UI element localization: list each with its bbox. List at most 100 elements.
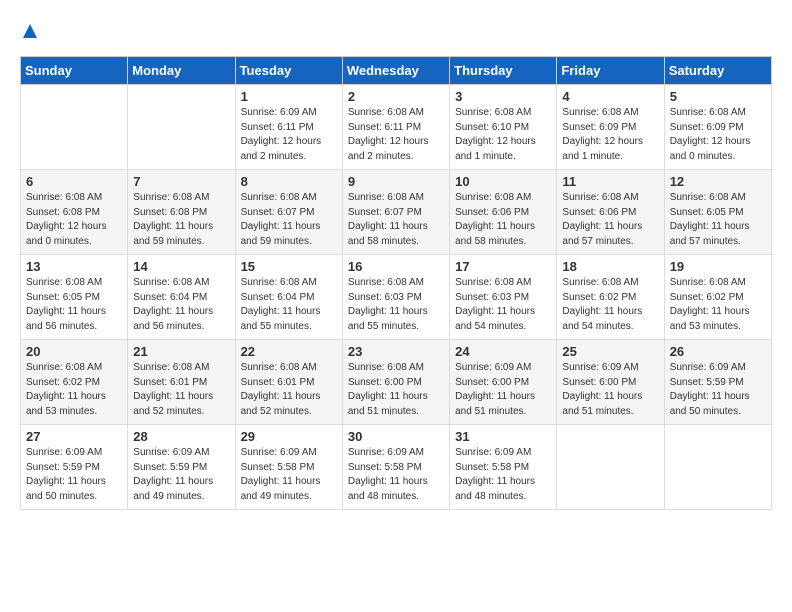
cell-detail: Sunrise: 6:08 AMSunset: 6:09 PMDaylight:… [562, 106, 658, 164]
cell-detail: Sunrise: 6:09 AMSunset: 5:59 PMDaylight:… [26, 446, 122, 504]
calendar-cell: 11 Sunrise: 6:08 AMSunset: 6:06 PMDayligh… [557, 170, 664, 255]
day-number: 14 [133, 259, 229, 274]
calendar-cell: 9Sunrise: 6:08 AMSunset: 6:07 PMDaylight… [342, 170, 449, 255]
cell-detail: Sunrise: 6:09 AMSunset: 5:58 PMDaylight:… [241, 446, 337, 504]
cell-detail: Sunrise: 6:08 AMSunset: 6:04 PMDaylight:… [241, 276, 337, 334]
day-number: 18 [562, 259, 658, 274]
calendar-cell: 4 Sunrise: 6:08 AMSunset: 6:09 PMDaylight… [557, 85, 664, 170]
logo-arrow-icon [21, 20, 39, 46]
calendar-cell [21, 85, 128, 170]
calendar-cell: 8Sunrise: 6:08 AMSunset: 6:07 PMDaylight… [235, 170, 342, 255]
calendar-week-row: 20Sunrise: 6:08 AMSunset: 6:02 PMDayligh… [21, 340, 772, 425]
day-number: 4 [562, 89, 658, 104]
cell-detail: Sunrise: 6:08 AMSunset: 6:01 PMDaylight:… [241, 361, 337, 419]
cell-detail: Sunrise: 6:08 AMSunset: 6:06 PMDaylight:… [562, 191, 658, 249]
page-header [20, 20, 772, 46]
calendar-cell [557, 425, 664, 510]
calendar-cell: 30 Sunrise: 6:09 AMSunset: 5:58 PMDayligh… [342, 425, 449, 510]
calendar-cell: 25 Sunrise: 6:09 AMSunset: 6:00 PMDayligh… [557, 340, 664, 425]
calendar-cell: 23 Sunrise: 6:08 AMSunset: 6:00 PMDayligh… [342, 340, 449, 425]
calendar-header-tuesday: Tuesday [235, 57, 342, 85]
day-number: 3 [455, 89, 551, 104]
cell-detail: Sunrise: 6:09 AMSunset: 6:11 PMDaylight:… [241, 106, 337, 164]
cell-detail: Sunrise: 6:08 AMSunset: 6:06 PMDaylight:… [455, 191, 551, 249]
calendar-cell: 28Sunrise: 6:09 AMSunset: 5:59 PMDayligh… [128, 425, 235, 510]
cell-detail: Sunrise: 6:09 AMSunset: 6:00 PMDaylight:… [562, 361, 658, 419]
calendar-week-row: 27 Sunrise: 6:09 AMSunset: 5:59 PMDayligh… [21, 425, 772, 510]
calendar-header-saturday: Saturday [664, 57, 771, 85]
day-number: 21 [133, 344, 229, 359]
day-number: 26 [670, 344, 766, 359]
day-number: 31 [455, 429, 551, 444]
day-number: 12 [670, 174, 766, 189]
calendar-cell: 7 Sunrise: 6:08 AMSunset: 6:08 PMDaylight… [128, 170, 235, 255]
calendar-header-row: SundayMondayTuesdayWednesdayThursdayFrid… [21, 57, 772, 85]
calendar-cell: 22 Sunrise: 6:08 AMSunset: 6:01 PMDayligh… [235, 340, 342, 425]
day-number: 11 [562, 174, 658, 189]
day-number: 23 [348, 344, 444, 359]
calendar-cell [664, 425, 771, 510]
day-number: 13 [26, 259, 122, 274]
day-number: 6 [26, 174, 122, 189]
day-number: 15 [241, 259, 337, 274]
cell-detail: Sunrise: 6:08 AMSunset: 6:02 PMDaylight:… [670, 276, 766, 334]
calendar-cell: 16 Sunrise: 6:08 AMSunset: 6:03 PMDayligh… [342, 255, 449, 340]
calendar-week-row: 1 Sunrise: 6:09 AMSunset: 6:11 PMDaylight… [21, 85, 772, 170]
calendar-header-thursday: Thursday [450, 57, 557, 85]
day-number: 20 [26, 344, 122, 359]
cell-detail: Sunrise: 6:08 AMSunset: 6:02 PMDaylight:… [562, 276, 658, 334]
calendar-header-sunday: Sunday [21, 57, 128, 85]
day-number: 19 [670, 259, 766, 274]
cell-detail: Sunrise: 6:09 AMSunset: 5:58 PMDaylight:… [348, 446, 444, 504]
calendar-cell: 5 Sunrise: 6:08 AMSunset: 6:09 PMDaylight… [664, 85, 771, 170]
day-number: 25 [562, 344, 658, 359]
day-number: 24 [455, 344, 551, 359]
day-number: 5 [670, 89, 766, 104]
day-number: 2 [348, 89, 444, 104]
cell-detail: Sunrise: 6:08 AMSunset: 6:00 PMDaylight:… [348, 361, 444, 419]
calendar-header-wednesday: Wednesday [342, 57, 449, 85]
calendar-cell [128, 85, 235, 170]
cell-detail: Sunrise: 6:08 AMSunset: 6:03 PMDaylight:… [455, 276, 551, 334]
calendar-week-row: 13 Sunrise: 6:08 AMSunset: 6:05 PMDayligh… [21, 255, 772, 340]
calendar-cell: 24 Sunrise: 6:09 AMSunset: 6:00 PMDayligh… [450, 340, 557, 425]
calendar-cell: 14 Sunrise: 6:08 AMSunset: 6:04 PMDayligh… [128, 255, 235, 340]
calendar-cell: 3 Sunrise: 6:08 AMSunset: 6:10 PMDaylight… [450, 85, 557, 170]
calendar-cell: 1 Sunrise: 6:09 AMSunset: 6:11 PMDaylight… [235, 85, 342, 170]
calendar-cell: 17 Sunrise: 6:08 AMSunset: 6:03 PMDayligh… [450, 255, 557, 340]
cell-detail: Sunrise: 6:09 AMSunset: 6:00 PMDaylight:… [455, 361, 551, 419]
cell-detail: Sunrise: 6:09 AMSunset: 5:59 PMDaylight:… [670, 361, 766, 419]
calendar-cell: 31 Sunrise: 6:09 AMSunset: 5:58 PMDayligh… [450, 425, 557, 510]
calendar-cell: 27 Sunrise: 6:09 AMSunset: 5:59 PMDayligh… [21, 425, 128, 510]
calendar-cell: 12 Sunrise: 6:08 AMSunset: 6:05 PMDayligh… [664, 170, 771, 255]
day-number: 22 [241, 344, 337, 359]
day-number: 30 [348, 429, 444, 444]
calendar-cell: 20Sunrise: 6:08 AMSunset: 6:02 PMDayligh… [21, 340, 128, 425]
cell-detail: Sunrise: 6:08 AMSunset: 6:07 PMDaylight:… [348, 191, 444, 249]
calendar-cell: 19 Sunrise: 6:08 AMSunset: 6:02 PMDayligh… [664, 255, 771, 340]
calendar-cell: 29Sunrise: 6:09 AMSunset: 5:58 PMDayligh… [235, 425, 342, 510]
cell-detail: Sunrise: 6:08 AMSunset: 6:10 PMDaylight:… [455, 106, 551, 164]
calendar-cell: 10Sunrise: 6:08 AMSunset: 6:06 PMDayligh… [450, 170, 557, 255]
cell-detail: Sunrise: 6:09 AMSunset: 5:58 PMDaylight:… [455, 446, 551, 504]
calendar-header-monday: Monday [128, 57, 235, 85]
logo [20, 20, 40, 46]
cell-detail: Sunrise: 6:08 AMSunset: 6:08 PMDaylight:… [133, 191, 229, 249]
cell-detail: Sunrise: 6:08 AMSunset: 6:09 PMDaylight:… [670, 106, 766, 164]
calendar-cell: 6Sunrise: 6:08 AMSunset: 6:08 PMDaylight… [21, 170, 128, 255]
day-number: 16 [348, 259, 444, 274]
cell-detail: Sunrise: 6:08 AMSunset: 6:01 PMDaylight:… [133, 361, 229, 419]
cell-detail: Sunrise: 6:08 AMSunset: 6:04 PMDaylight:… [133, 276, 229, 334]
cell-detail: Sunrise: 6:08 AMSunset: 6:05 PMDaylight:… [670, 191, 766, 249]
calendar-table: SundayMondayTuesdayWednesdayThursdayFrid… [20, 56, 772, 510]
day-number: 1 [241, 89, 337, 104]
calendar-cell: 13 Sunrise: 6:08 AMSunset: 6:05 PMDayligh… [21, 255, 128, 340]
cell-detail: Sunrise: 6:08 AMSunset: 6:05 PMDaylight:… [26, 276, 122, 334]
day-number: 7 [133, 174, 229, 189]
calendar-cell: 2Sunrise: 6:08 AMSunset: 6:11 PMDaylight… [342, 85, 449, 170]
day-number: 27 [26, 429, 122, 444]
cell-detail: Sunrise: 6:08 AMSunset: 6:03 PMDaylight:… [348, 276, 444, 334]
calendar-cell: 15 Sunrise: 6:08 AMSunset: 6:04 PMDayligh… [235, 255, 342, 340]
day-number: 17 [455, 259, 551, 274]
day-number: 8 [241, 174, 337, 189]
